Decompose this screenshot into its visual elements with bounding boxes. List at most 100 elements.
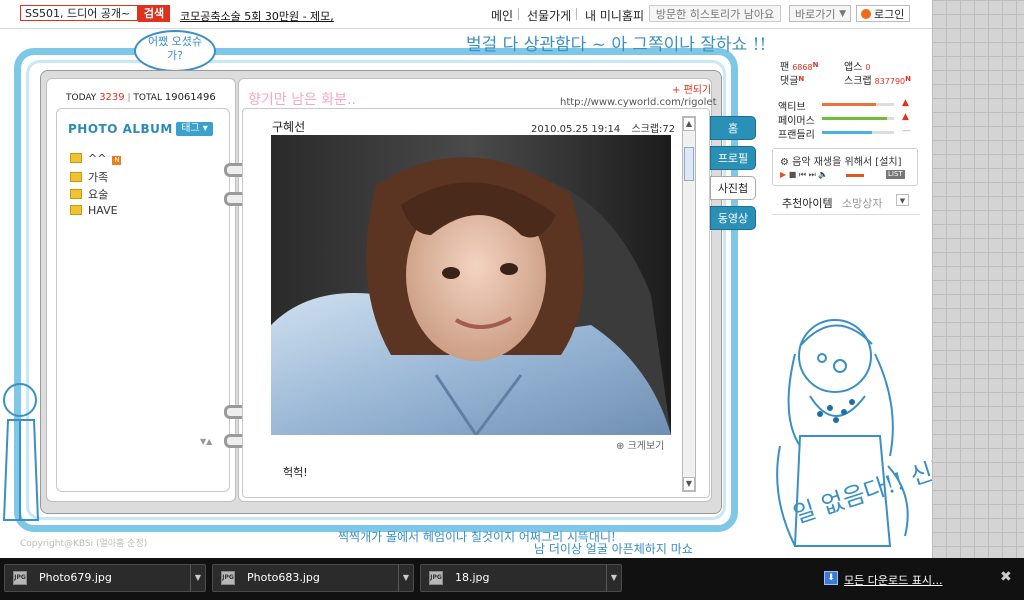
post-author: 구혜선	[272, 120, 306, 134]
folder-icon	[70, 172, 82, 182]
show-all-downloads-link[interactable]: 모든 다운로드 표시...	[844, 572, 942, 588]
up-arrow-icon: ▲	[902, 98, 909, 108]
nav-gift-shop[interactable]: 선물가게	[527, 7, 571, 24]
copyright-text: Copyright@KBSi (얼아홈 순정)	[20, 539, 148, 549]
player-text: 음악 재생을 위해서 [설치]	[792, 157, 902, 168]
download-item[interactable]: JPG Photo683.jpg ▼	[212, 564, 414, 592]
folder-name: HAVE	[88, 204, 118, 217]
shortcut-label: 바로가기	[795, 8, 836, 21]
download-item[interactable]: JPG 18.jpg ▼	[420, 564, 622, 592]
new-mark: N	[812, 61, 819, 69]
edit-link[interactable]: + 편되기	[672, 81, 711, 96]
meter-friendly-bar	[822, 131, 894, 134]
folder-item[interactable]: 가족	[70, 169, 108, 185]
tab-video[interactable]: 동영상	[710, 206, 756, 230]
next-icon[interactable]: ⏭	[809, 170, 816, 179]
scroll-up-icon[interactable]: ▲	[683, 117, 695, 131]
scrap-stat[interactable]: 스크랩 837790N	[844, 72, 911, 87]
new-mark: N	[905, 75, 912, 83]
bubble-text: 어쨌 오셨슈가?	[147, 35, 203, 62]
jpg-file-icon: JPG	[429, 571, 443, 585]
folder-item[interactable]: 요술	[70, 186, 108, 202]
meter-fill	[822, 131, 873, 134]
player-install-link[interactable]: ⚙ 음악 재생을 위해서 [설치]	[780, 153, 902, 168]
chevron-down-icon[interactable]: ▼	[398, 565, 413, 591]
post-photo[interactable]	[271, 135, 671, 435]
nav-main[interactable]: 메인	[491, 7, 513, 24]
tag-button-label: 태그	[181, 123, 200, 134]
search-button[interactable]: 검색	[138, 5, 170, 22]
post-caption: 헉헉!	[283, 466, 308, 479]
nav-divider	[576, 8, 577, 20]
wish-box-tab[interactable]: 소망상자	[842, 195, 882, 211]
play-icon[interactable]: ▶	[780, 170, 786, 179]
zoom-label: 크게보기	[627, 441, 665, 452]
scroll-thumb[interactable]	[684, 147, 694, 181]
visit-counter: TODAY 3239 | TOTAL 19061496	[66, 92, 216, 103]
cartoon-girl-illustration	[776, 319, 909, 547]
panel-divider	[772, 214, 920, 215]
folder-icon	[70, 153, 82, 163]
chevron-down-icon[interactable]: ▼	[896, 194, 909, 206]
post-scrollbar[interactable]: ▲ ▼	[682, 116, 696, 492]
meter-famous-bar	[822, 117, 894, 120]
top-slogan: 벌걸 다 상관함다 ~ 아 그쪽이나 잘하쇼 !!	[466, 35, 767, 55]
folder-item[interactable]: ^^ N	[70, 152, 122, 165]
minihompy-title: 향기만 남은 화분..	[248, 92, 356, 108]
caret-down-icon: ▼	[839, 9, 846, 19]
total-count: 19061496	[164, 92, 216, 103]
promo-link[interactable]: 코모공축소술 5회 30만원 - 제모,	[180, 8, 334, 24]
chevron-down-icon[interactable]: ▼	[190, 565, 205, 591]
download-item[interactable]: JPG Photo679.jpg ▼	[4, 564, 206, 592]
tab-home[interactable]: 홈	[710, 116, 756, 140]
up-arrow-icon: ▲	[902, 112, 909, 122]
collapse-arrows-icon[interactable]: ▼▲	[200, 437, 212, 446]
folder-item[interactable]: HAVE	[70, 204, 118, 217]
minihompy-url[interactable]: http://www.cyworld.com/rigolet	[560, 97, 717, 108]
chevron-down-icon[interactable]: ▼	[606, 565, 621, 591]
meter-fill	[822, 103, 876, 106]
history-button[interactable]: 방문한 히스토리가 남아요	[649, 5, 781, 22]
search-input[interactable]: SS501, 드디어 공개~	[20, 5, 138, 21]
album-sidebar	[56, 108, 230, 492]
folder-name: 요술	[88, 188, 109, 201]
volume-icon[interactable]: 🔈	[818, 170, 828, 179]
dash-icon: —	[902, 126, 911, 136]
close-icon[interactable]: ✖	[1000, 569, 1012, 585]
stop-icon[interactable]: ■	[789, 170, 797, 179]
today-label: TODAY	[66, 93, 97, 103]
playlist-button[interactable]: LIST	[886, 170, 905, 179]
cartoon-boy-illustration	[2, 383, 40, 521]
comment-stat[interactable]: 댓글N	[780, 72, 804, 87]
scroll-down-icon[interactable]: ▼	[683, 477, 695, 491]
login-button[interactable]: 로그인	[856, 5, 910, 22]
new-mark: N	[798, 75, 805, 83]
prev-icon[interactable]: ⏮	[799, 170, 806, 179]
zoom-link[interactable]: ⊕ 크게보기	[616, 437, 664, 452]
fan-stat[interactable]: 팬 6868N	[780, 58, 818, 73]
album-title: PHOTO ALBUM	[68, 122, 173, 136]
tab-photo-album[interactable]: 사진첩	[710, 176, 756, 200]
recommend-items-tab[interactable]: 추천아이템	[782, 195, 833, 211]
scrap-label: 스크랩	[844, 76, 872, 87]
shortcut-select[interactable]: 바로가기 ▼	[789, 5, 851, 22]
minihompy-page: SS501, 드디어 공개~ 검색 코모공축소술 5회 30만원 - 제모, 메…	[0, 0, 932, 558]
meter-active-bar	[822, 103, 894, 106]
jpg-file-icon: JPG	[13, 571, 27, 585]
top-bar: SS501, 드디어 공개~ 검색 코모공축소술 5회 30만원 - 제모, 메…	[0, 0, 932, 29]
folder-icon	[70, 189, 82, 199]
nav-my-minihompy[interactable]: 내 미니홈피	[585, 7, 644, 24]
edit-link-label: 편되기	[683, 85, 712, 96]
post-datetime: 2010.05.25 19:14	[531, 124, 621, 135]
tab-profile[interactable]: 프로필	[710, 146, 756, 170]
comment-label: 댓글	[780, 76, 799, 87]
apps-stat[interactable]: 앱스 0	[844, 58, 871, 73]
meter-friendly-label: 프랜들리	[778, 130, 815, 141]
tag-button[interactable]: 태그 ▾	[176, 122, 213, 136]
today-count: 3239	[99, 92, 125, 103]
volume-slider[interactable]	[846, 174, 864, 177]
meter-fill	[822, 117, 887, 120]
fan-count: 6868	[792, 63, 813, 72]
download-filename: Photo683.jpg	[247, 571, 320, 584]
meter-active-label: 액티브	[778, 102, 806, 113]
